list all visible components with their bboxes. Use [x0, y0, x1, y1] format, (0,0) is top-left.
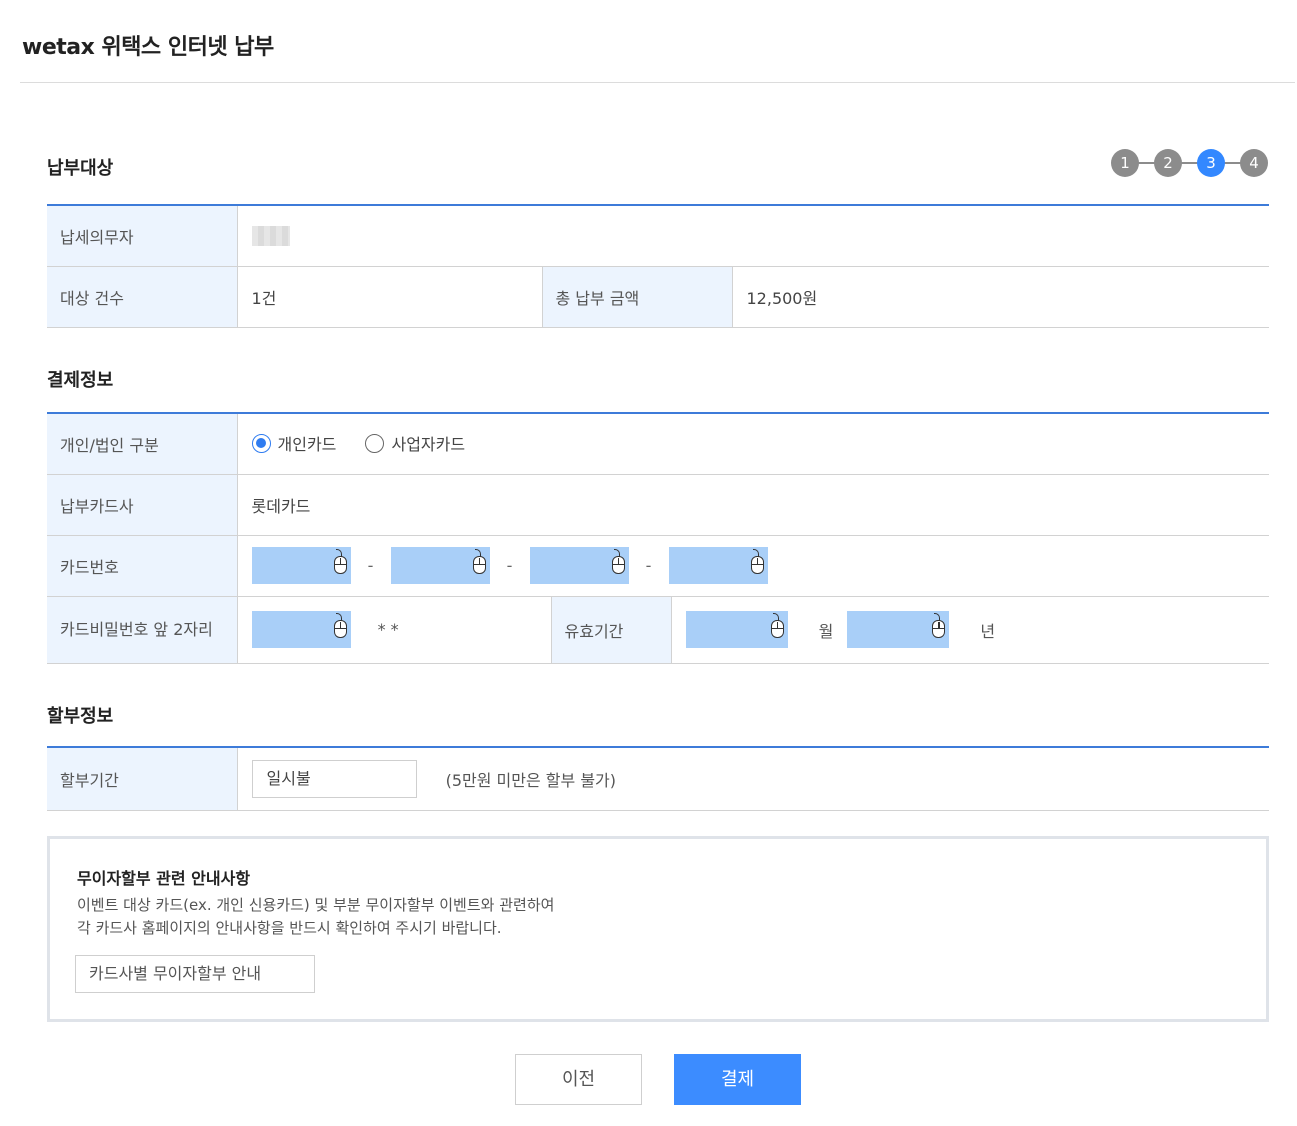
target-table: 납세의무자 대상 건수 1건 총 납부 금액 12,500원: [47, 204, 1269, 328]
radio-business-card[interactable]: 사업자카드: [365, 431, 465, 455]
section-title-target: 납부대상: [47, 158, 114, 179]
pay-button[interactable]: 결제: [674, 1054, 801, 1105]
radio-personal-label: 개인카드: [277, 435, 337, 454]
card-number-input-1[interactable]: [251, 547, 351, 584]
mouse-icon: [333, 620, 347, 638]
step-connector: [1131, 162, 1251, 164]
prev-button[interactable]: 이전: [515, 1054, 642, 1105]
card-number-dash: -: [645, 556, 652, 575]
masked-name: [251, 226, 290, 246]
card-pin-field: * *: [237, 596, 551, 664]
mouse-icon: [750, 556, 764, 574]
radio-personal-card[interactable]: 개인카드: [251, 431, 337, 455]
card-number-input-3[interactable]: [529, 547, 629, 584]
guide-line-2: 각 카드사 홈페이지의 안내사항을 반드시 확인하여 주시기 바랍니다.: [77, 919, 502, 937]
count-value: 1건: [237, 266, 542, 328]
section-title-installment: 할부정보: [47, 706, 114, 727]
card-company-value: 롯데카드: [237, 474, 1269, 536]
card-pin-mask: * *: [377, 620, 399, 639]
mouse-icon: [770, 620, 784, 638]
page-header: wetax 위택스 인터넷 납부: [20, 0, 1295, 83]
card-number-dash: -: [367, 556, 374, 575]
step-4: 4: [1240, 149, 1268, 177]
step-2: 2: [1154, 149, 1182, 177]
interest-free-info-button[interactable]: 카드사별 무이자할부 안내: [75, 955, 315, 993]
radio-business-label: 사업자카드: [391, 435, 466, 454]
total-label: 총 납부 금액: [541, 266, 733, 328]
taxpayer-label: 납세의무자: [47, 205, 238, 267]
expiry-year-unit: 년: [980, 621, 996, 641]
installment-table: 할부기간 일시불 (5만원 미만은 할부 불가): [47, 746, 1269, 811]
count-label: 대상 건수: [47, 266, 238, 328]
card-number-dash: -: [506, 556, 513, 575]
step-3-active: 3: [1197, 149, 1225, 177]
card-pin-label: 카드비밀번호 앞 2자리: [47, 596, 238, 664]
page-title: wetax 위택스 인터넷 납부: [22, 35, 274, 60]
card-number-label: 카드번호: [47, 535, 238, 597]
payment-table: 개인/법인 구분 개인카드 사업자카드 납부카드사 롯데카드 카드번호 --- …: [47, 412, 1269, 664]
expiry-fields: 월 년: [671, 596, 1269, 664]
interest-free-guide: 무이자할부 관련 안내사항 이벤트 대상 카드(ex. 개인 신용카드) 및 부…: [47, 836, 1269, 1022]
mouse-icon: [611, 556, 625, 574]
card-company-label: 납부카드사: [47, 474, 238, 536]
installment-period-select[interactable]: 일시불: [251, 759, 417, 798]
card-pin-input[interactable]: [251, 611, 351, 648]
mouse-icon: [333, 556, 347, 574]
installment-note: (5만원 미만은 할부 불가): [445, 770, 616, 790]
card-type-options: 개인카드 사업자카드: [237, 413, 1269, 475]
guide-title: 무이자할부 관련 안내사항: [77, 869, 251, 888]
step-1: 1: [1111, 149, 1139, 177]
card-type-label: 개인/법인 구분: [47, 413, 238, 475]
card-number-fields: ---: [237, 535, 1269, 597]
expiry-label: 유효기간: [550, 596, 672, 664]
mouse-icon: [932, 620, 946, 638]
guide-description: 이벤트 대상 카드(ex. 개인 신용카드) 및 부분 무이자할부 이벤트와 관…: [77, 894, 554, 940]
section-title-payment: 결제정보: [47, 370, 114, 391]
card-number-input-4[interactable]: [668, 547, 768, 584]
expiry-year-input[interactable]: [847, 611, 950, 648]
taxpayer-value: [237, 205, 1269, 267]
total-value: 12,500원: [732, 266, 1269, 328]
radio-checked-icon[interactable]: [251, 433, 271, 453]
guide-line-1: 이벤트 대상 카드(ex. 개인 신용카드) 및 부분 무이자할부 이벤트와 관…: [77, 896, 555, 914]
installment-period-label: 할부기간: [47, 747, 238, 811]
installment-period-field: 일시불 (5만원 미만은 할부 불가): [237, 747, 1269, 811]
radio-unchecked-icon[interactable]: [365, 433, 385, 453]
expiry-month-unit: 월: [818, 621, 834, 641]
expiry-month-input[interactable]: [685, 611, 788, 648]
mouse-icon: [472, 556, 486, 574]
progress-steps: 1 2 3 4: [1111, 149, 1270, 179]
card-number-input-2[interactable]: [390, 547, 490, 584]
